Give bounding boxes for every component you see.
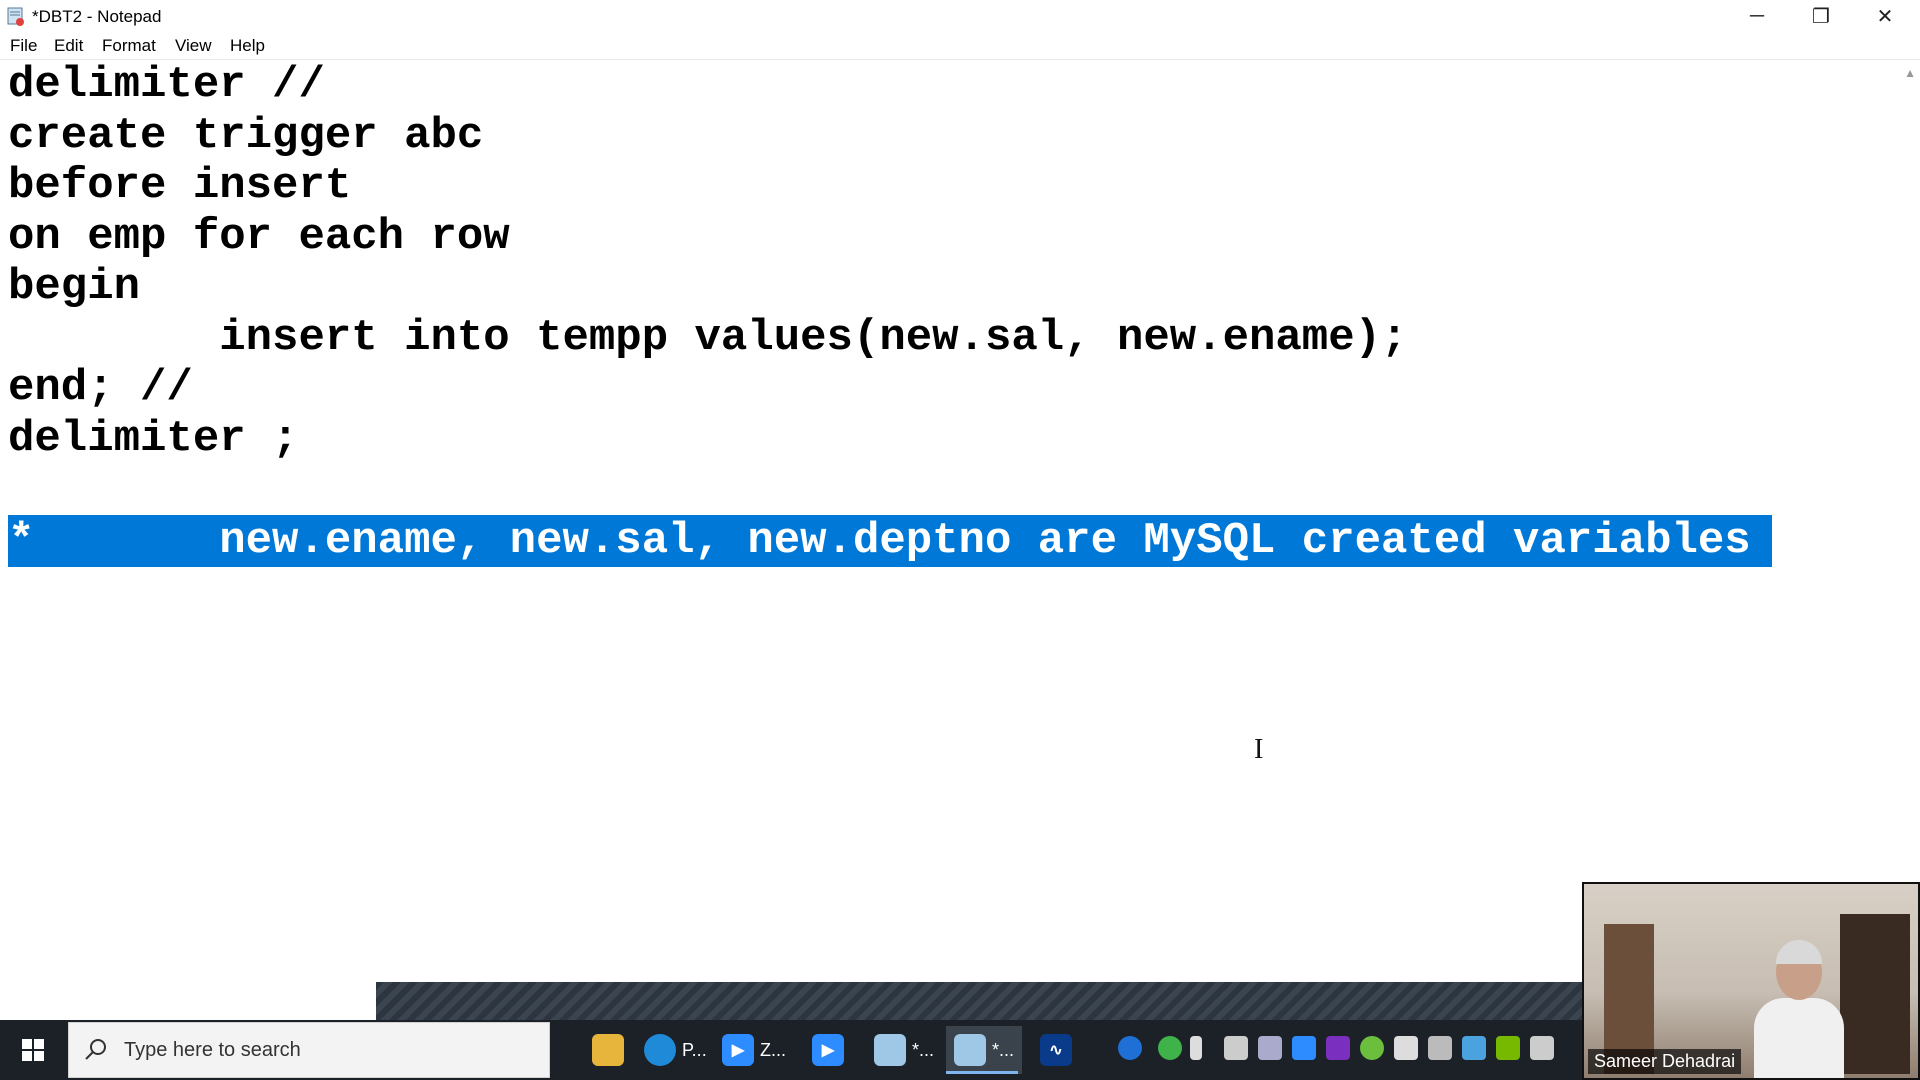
menu-bar: File Edit Format View Help xyxy=(0,33,1920,60)
taskbar-search-box[interactable]: Type here to search xyxy=(68,1022,550,1078)
code-line: begin xyxy=(8,262,141,312)
tablet-icon[interactable] xyxy=(1530,1036,1554,1060)
video-thumbnail[interactable]: Sameer Dehadrai xyxy=(1582,882,1920,1080)
zoom-icon: ▶ xyxy=(722,1034,754,1066)
close-button[interactable]: ✕ xyxy=(1854,0,1916,32)
scroll-up-icon[interactable]: ▲ xyxy=(1904,66,1916,80)
menu-help[interactable]: Help xyxy=(230,36,265,56)
check-icon[interactable] xyxy=(1158,1036,1182,1060)
battery-icon[interactable] xyxy=(1224,1036,1248,1060)
windows-icon xyxy=(22,1039,44,1061)
minimize-icon: ─ xyxy=(1749,4,1765,27)
taskbar-zoom-meeting[interactable]: ▶ xyxy=(812,1026,844,1074)
taskbar-app-label: *... xyxy=(912,1039,935,1060)
steam-icon[interactable] xyxy=(1258,1036,1282,1060)
window-title: *DBT2 - Notepad xyxy=(32,7,162,26)
code-line: create trigger abc xyxy=(8,111,484,161)
close-icon: ✕ xyxy=(1876,5,1894,28)
microphone-icon[interactable] xyxy=(1190,1036,1202,1060)
code-line: end; // xyxy=(8,363,193,413)
taskbar-app-label: P... xyxy=(682,1039,707,1060)
text-cursor-icon: I xyxy=(1254,734,1264,765)
vertical-scrollbar[interactable] xyxy=(1898,60,1920,1020)
participant-body xyxy=(1754,998,1844,1078)
search-placeholder: Type here to search xyxy=(124,1039,301,1061)
taskbar-notepad-2[interactable]: *... xyxy=(946,1026,1023,1074)
participant-name: Sameer Dehadrai xyxy=(1588,1049,1742,1074)
taskbar-notepad-1[interactable]: *... xyxy=(874,1026,934,1074)
screen-share-border xyxy=(376,982,1586,1022)
onenote-icon[interactable] xyxy=(1326,1036,1350,1060)
code-line: on emp for each row xyxy=(8,212,510,262)
wifi-icon[interactable] xyxy=(1428,1036,1452,1060)
taskbar-file-explorer[interactable] xyxy=(592,1026,624,1074)
taskbar-app-label: *... xyxy=(992,1039,1015,1060)
participant-hair xyxy=(1776,940,1822,964)
start-button[interactable] xyxy=(0,1020,66,1080)
shield-icon[interactable] xyxy=(1394,1036,1418,1060)
menu-format[interactable]: Format xyxy=(102,36,156,56)
taskbar-zoom[interactable]: ▶ Z... xyxy=(722,1026,786,1074)
selected-text: * new.ename, new.sal, new.deptno are MyS… xyxy=(8,516,1751,566)
code-line: insert into tempp values(new.sal, new.en… xyxy=(8,313,1408,363)
menu-file[interactable]: File xyxy=(10,36,37,56)
chart-icon: ∿ xyxy=(1040,1034,1072,1066)
selected-text-highlight[interactable]: * new.ename, new.sal, new.deptno are MyS… xyxy=(8,515,1772,567)
restore-icon: ❐ xyxy=(1812,5,1830,28)
help-icon[interactable] xyxy=(1118,1036,1142,1060)
search-icon xyxy=(85,1039,106,1060)
video-shelf xyxy=(1840,914,1910,1074)
zoom-meeting-icon: ▶ xyxy=(812,1034,844,1066)
folder-icon xyxy=(592,1034,624,1066)
nvidia-icon[interactable] xyxy=(1496,1036,1520,1060)
minimize-button[interactable]: ─ xyxy=(1726,0,1788,32)
edge-icon xyxy=(644,1034,676,1066)
notepad-icon xyxy=(954,1034,986,1066)
zoom-tray-icon[interactable] xyxy=(1292,1036,1316,1060)
active-indicator xyxy=(946,1071,1018,1074)
utorrent-icon[interactable] xyxy=(1360,1036,1384,1060)
taskbar-edge[interactable]: P... xyxy=(644,1026,707,1074)
code-line: before insert xyxy=(8,161,352,211)
code-line: delimiter ; xyxy=(8,414,299,464)
restore-button[interactable]: ❐ xyxy=(1790,0,1852,32)
video-participant xyxy=(1754,940,1844,1078)
notepad-icon xyxy=(874,1034,906,1066)
menu-edit[interactable]: Edit xyxy=(54,36,83,56)
notepad-icon xyxy=(7,7,24,26)
snowflake-icon[interactable] xyxy=(1462,1036,1486,1060)
code-line: delimiter // xyxy=(8,60,325,110)
taskbar-app-label: Z... xyxy=(760,1039,786,1060)
title-bar: *DBT2 - Notepad ─ ❐ ✕ xyxy=(0,0,1920,32)
taskbar-stocks[interactable]: ∿ xyxy=(1040,1026,1072,1074)
menu-view[interactable]: View xyxy=(175,36,212,56)
